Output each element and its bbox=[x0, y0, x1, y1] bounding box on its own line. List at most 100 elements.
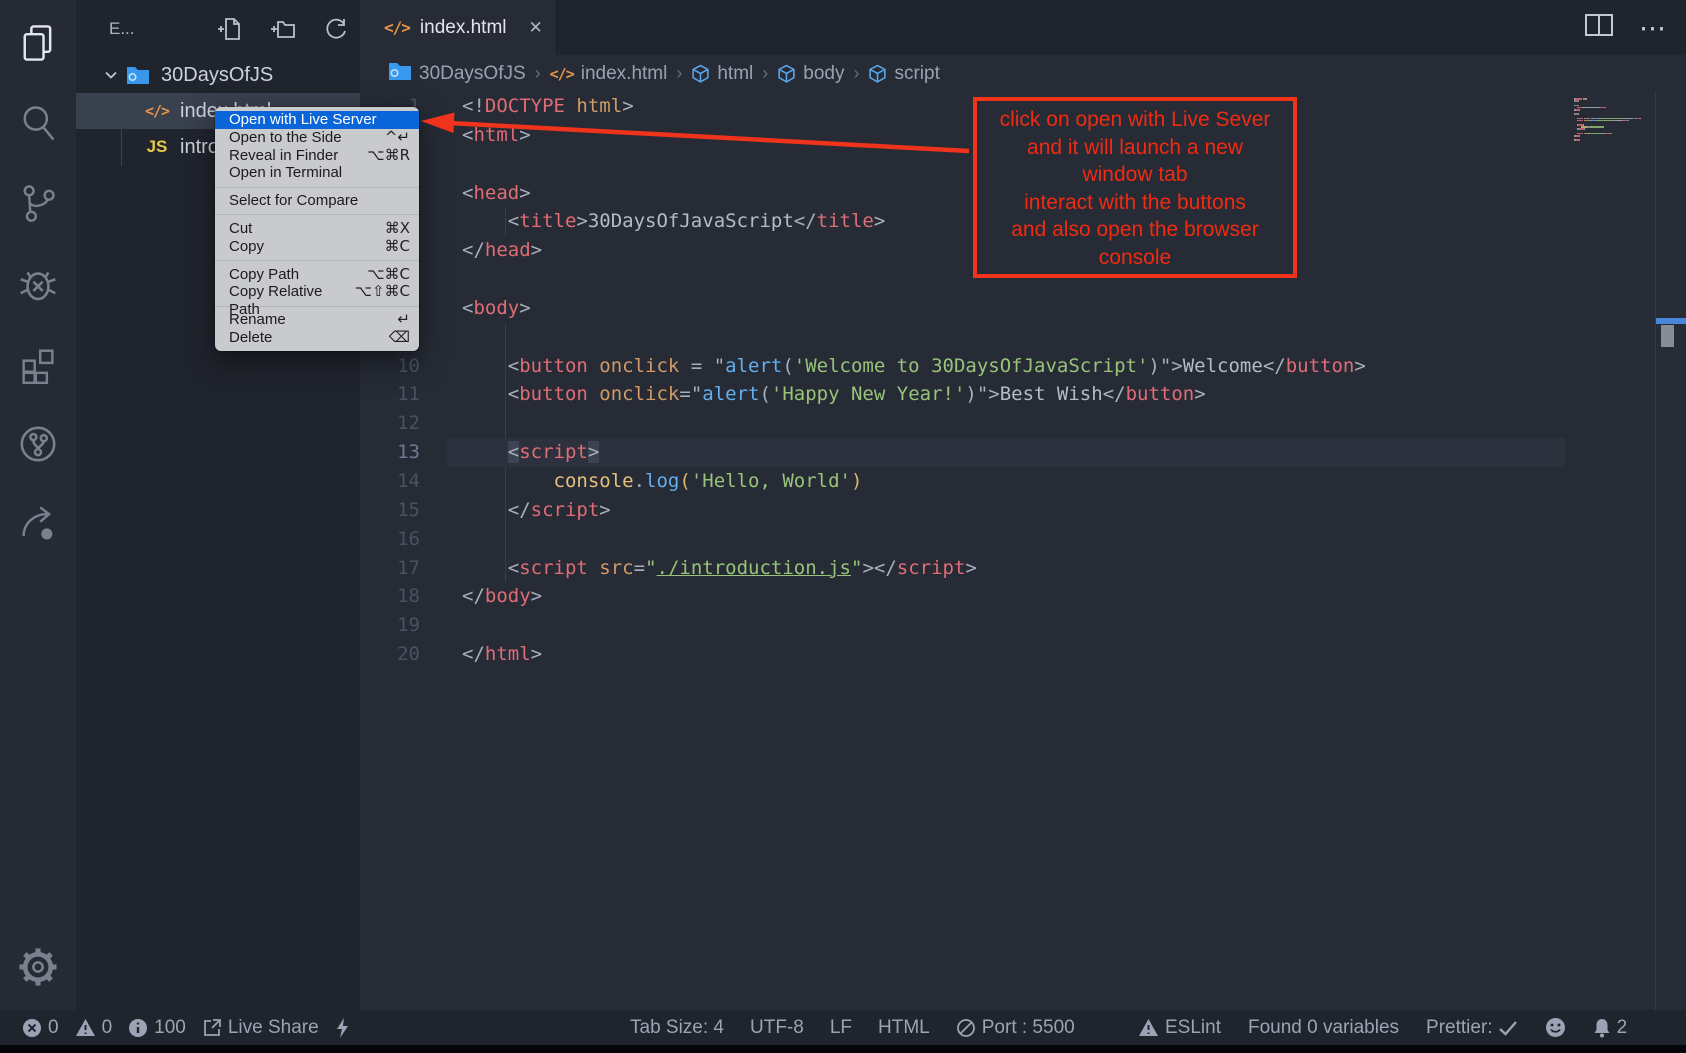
line-content: <button onclick = "alert('Welcome to 30D… bbox=[447, 352, 1565, 381]
folder-icon bbox=[388, 61, 412, 87]
code-line[interactable]: 18</body> bbox=[360, 582, 1686, 611]
code-line[interactable]: 12 bbox=[360, 409, 1686, 438]
tab-index-html[interactable]: </> index.html ✕ bbox=[360, 0, 557, 55]
menu-item-reveal-in-finder[interactable]: Reveal in Finder⌥⌘R bbox=[215, 147, 419, 165]
folder-icon bbox=[123, 65, 153, 85]
warning-icon bbox=[1138, 1018, 1159, 1037]
line-content: </html> bbox=[447, 640, 1565, 669]
code-line[interactable]: 17 <script src="./introduction.js"></scr… bbox=[360, 554, 1686, 583]
code-line[interactable]: 20</html> bbox=[360, 640, 1686, 669]
scrollbar-thumb[interactable] bbox=[1661, 325, 1674, 347]
menu-item-label: Open in Terminal bbox=[229, 164, 342, 182]
gitlens-icon[interactable] bbox=[0, 415, 76, 473]
menu-item-copy-path[interactable]: Copy Path⌥⌘C bbox=[215, 266, 419, 284]
breadcrumb-item-index.html[interactable]: </>index.html bbox=[550, 63, 668, 85]
code-line[interactable]: 13 <script> bbox=[360, 438, 1686, 467]
menu-item-select-for-compare[interactable]: Select for Compare bbox=[215, 192, 419, 210]
menu-item-open-with-live-server[interactable]: Open with Live Server bbox=[215, 111, 419, 129]
breadcrumb-label: 30DaysOfJS bbox=[419, 63, 526, 85]
code-line[interactable]: 15 </script> bbox=[360, 496, 1686, 525]
status-variables[interactable]: Found 0 variables bbox=[1248, 1017, 1399, 1039]
code-line[interactable]: 9 bbox=[360, 323, 1686, 352]
status-warnings[interactable]: 0 bbox=[75, 1017, 113, 1039]
menu-item-label: Reveal in Finder bbox=[229, 147, 338, 165]
menu-item-delete[interactable]: Delete⌫ bbox=[215, 329, 419, 347]
menu-item-copy-relative-path[interactable]: Copy Relative Path⌥⇧⌘C bbox=[215, 283, 419, 301]
status-label: Live Share bbox=[228, 1017, 319, 1039]
code-line[interactable]: 8<body> bbox=[360, 294, 1686, 323]
breadcrumb-separator: › bbox=[676, 63, 682, 84]
refresh-icon[interactable] bbox=[323, 16, 349, 42]
line-number: 12 bbox=[360, 409, 420, 438]
status-label: 2 bbox=[1617, 1017, 1628, 1039]
line-number: 17 bbox=[360, 554, 420, 583]
status-tab-size[interactable]: Tab Size: 4 bbox=[630, 1017, 724, 1039]
breadcrumb-item-script[interactable]: script bbox=[868, 63, 939, 85]
check-icon bbox=[1499, 1020, 1518, 1036]
breadcrumb-item-30DaysOfJS[interactable]: 30DaysOfJS bbox=[388, 61, 526, 87]
minimap[interactable] bbox=[1570, 98, 1655, 248]
status-label: Prettier: bbox=[1426, 1017, 1493, 1039]
chevron-down-icon bbox=[103, 67, 121, 83]
status-port[interactable]: Port : 5500 bbox=[956, 1017, 1075, 1039]
status-bolt[interactable] bbox=[335, 1017, 350, 1039]
line-content: console.log('Hello, World') bbox=[447, 467, 1565, 496]
code-line[interactable]: 19 bbox=[360, 611, 1686, 640]
extensions-icon[interactable] bbox=[0, 335, 76, 393]
menu-item-copy[interactable]: Copy ⌘C bbox=[215, 238, 419, 256]
live-share-icon[interactable] bbox=[0, 495, 76, 553]
menu-item-label: Copy bbox=[229, 238, 264, 256]
status-language-mode[interactable]: HTML bbox=[878, 1017, 930, 1039]
breadcrumb-item-html[interactable]: html bbox=[691, 63, 753, 85]
line-number: 14 bbox=[360, 467, 420, 496]
breadcrumb-label: index.html bbox=[581, 63, 668, 85]
status-label: 0 bbox=[48, 1017, 59, 1039]
annotation-line: interact with the buttons bbox=[977, 189, 1293, 217]
breadcrumb-label: body bbox=[803, 63, 844, 85]
menu-item-cut[interactable]: Cut⌘X bbox=[215, 220, 419, 238]
tree-item-30DaysOfJS[interactable]: 30DaysOfJS bbox=[76, 57, 360, 93]
settings-gear-icon[interactable] bbox=[0, 938, 76, 996]
code-line[interactable]: 14 console.log('Hello, World') bbox=[360, 467, 1686, 496]
status-eslint[interactable]: ESLint bbox=[1138, 1017, 1221, 1039]
explorer-icon[interactable] bbox=[0, 14, 76, 72]
menu-item-label: Open to the Side bbox=[229, 129, 342, 147]
more-actions-icon[interactable]: ⋯ bbox=[1639, 18, 1668, 38]
line-content bbox=[447, 409, 1565, 438]
tab-strip: </> index.html ✕ ⋯ bbox=[360, 0, 1686, 55]
bottom-strip bbox=[0, 1045, 1686, 1053]
annotation-line: window tab bbox=[977, 161, 1293, 189]
code-line[interactable]: 10 <button onclick = "alert('Welcome to … bbox=[360, 352, 1686, 381]
breadcrumb-label: script bbox=[894, 63, 939, 85]
status-eol[interactable]: LF bbox=[830, 1017, 852, 1039]
share-icon bbox=[202, 1018, 222, 1038]
status-live-share[interactable]: Live Share bbox=[202, 1017, 319, 1039]
tree-indent-guide bbox=[121, 93, 122, 166]
menu-item-label: Delete bbox=[229, 329, 272, 347]
status-encoding[interactable]: UTF-8 bbox=[750, 1017, 804, 1039]
line-number: 16 bbox=[360, 525, 420, 554]
breadcrumb-item-body[interactable]: body bbox=[777, 63, 844, 85]
split-editor-icon[interactable] bbox=[1585, 14, 1613, 41]
status-prettier[interactable]: Prettier: bbox=[1426, 1017, 1518, 1039]
status-errors[interactable]: 0 bbox=[22, 1017, 59, 1039]
search-icon[interactable] bbox=[0, 94, 76, 152]
new-file-icon[interactable] bbox=[217, 16, 243, 42]
code-line[interactable]: 16 bbox=[360, 525, 1686, 554]
debug-icon[interactable] bbox=[0, 255, 76, 313]
menu-separator bbox=[215, 187, 419, 188]
menu-item-shortcut: ⌘C bbox=[385, 238, 410, 256]
annotation-line: and it will launch a new bbox=[977, 134, 1293, 162]
new-folder-icon[interactable] bbox=[270, 16, 296, 42]
tree-item-label: 30DaysOfJS bbox=[161, 64, 273, 87]
menu-item-open-in-terminal[interactable]: Open in Terminal bbox=[215, 164, 419, 182]
status-feedback[interactable] bbox=[1545, 1017, 1566, 1038]
code-line[interactable]: 11 <button onclick="alert('Happy New Yea… bbox=[360, 380, 1686, 409]
breadcrumb-separator: › bbox=[762, 63, 768, 84]
tab-close-icon[interactable]: ✕ bbox=[529, 18, 543, 38]
menu-item-rename[interactable]: Rename↵ bbox=[215, 311, 419, 329]
status-infos[interactable]: 100 bbox=[128, 1017, 186, 1039]
status-notifications[interactable]: 2 bbox=[1593, 1017, 1628, 1039]
source-control-icon[interactable] bbox=[0, 174, 76, 232]
menu-item-open-to-the-side[interactable]: Open to the Side^↵ bbox=[215, 129, 419, 147]
